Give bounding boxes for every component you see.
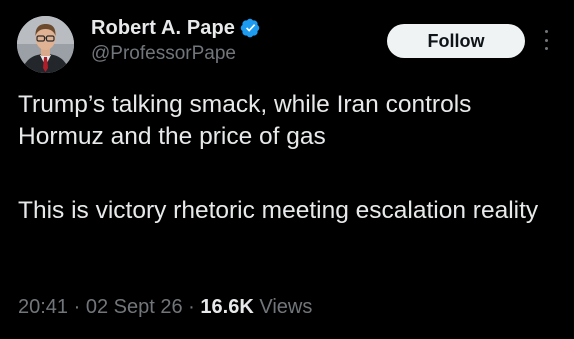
author-handle[interactable]: @ProfessorPape: [91, 43, 260, 65]
meta-separator: ·: [73, 296, 81, 318]
author-name-row: Robert A. Pape: [91, 14, 260, 42]
more-vertical-icon[interactable]: [538, 28, 554, 52]
tweet-date[interactable]: 02 Sept 26: [86, 296, 183, 318]
tweet-paragraph: Trump’s talking smack, while Iran contro…: [18, 91, 472, 150]
verified-badge-icon[interactable]: [240, 18, 260, 38]
views-label: Views: [259, 296, 313, 318]
more-dot: [544, 47, 548, 50]
tweet-paragraph: This is victory rhetoric meeting escalat…: [18, 197, 539, 224]
tweet-time[interactable]: 20:41: [18, 296, 68, 318]
author-info: Robert A. Pape @ProfessorPape: [91, 14, 260, 65]
more-dot: [544, 30, 548, 33]
views-count[interactable]: 16.6K: [200, 296, 253, 318]
tweet-card: Robert A. Pape @ProfessorPape Follow Tru…: [0, 0, 574, 339]
tweet-text: Trump’s talking smack, while Iran contro…: [18, 89, 558, 227]
meta-separator: ·: [188, 296, 195, 318]
follow-button[interactable]: Follow: [387, 24, 525, 58]
avatar-image: [17, 16, 74, 73]
more-dot: [544, 38, 548, 42]
avatar[interactable]: [17, 16, 74, 73]
author-display-name[interactable]: Robert A. Pape: [91, 17, 235, 40]
tweet-meta: 20:41 · 02 Sept 26 · 16.6K Views: [18, 296, 312, 319]
